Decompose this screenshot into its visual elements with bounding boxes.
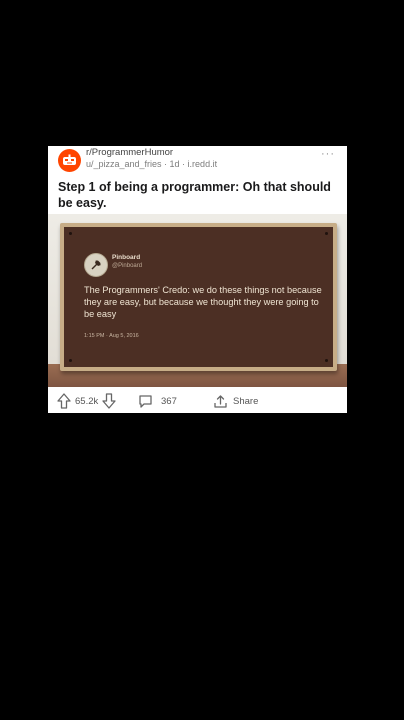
rivet [69,359,72,362]
downvote-arrow-icon[interactable] [102,393,116,409]
subreddit-avatar-icon[interactable] [58,149,81,172]
rivet [69,232,72,235]
tweet-timestamp: 1:15 PM · Aug 5, 2016 [84,333,139,339]
tweet-text: The Programmers' Credo: we do these thin… [84,285,322,319]
comment-bubble-icon [139,394,152,408]
upvote-button[interactable]: 65.2k [57,393,98,409]
tweet-author-handle: @Pinboard [112,263,143,269]
tweet-author-name: Pinboard [112,254,141,261]
share-button[interactable]: Share [213,393,258,409]
comment-count: 367 [161,395,177,407]
plaque: Pinboard @Pinboard The Programmers' Cred… [60,223,337,371]
post-title[interactable]: Step 1 of being a programmer: Oh that sh… [58,179,338,211]
post-header: r/ProgrammerHumor u/_pizza_and_fries · 1… [48,146,347,182]
upvote-arrow-icon[interactable] [57,393,71,409]
subreddit-name[interactable]: r/ProgrammerHumor [86,147,173,158]
post-meta: u/_pizza_and_fries · 1d · i.redd.it [86,159,218,169]
comments-button[interactable]: 367 [138,393,177,409]
vote-count: 65.2k [75,395,99,407]
rivet [325,359,328,362]
pinboard-pin-icon [84,253,108,277]
post-image[interactable]: Pinboard @Pinboard The Programmers' Cred… [48,214,347,387]
post-actions: 65.2k 367 Share [48,390,347,413]
rivet [325,232,328,235]
post-card[interactable]: r/ProgrammerHumor u/_pizza_and_fries · 1… [48,146,347,413]
share-icon [214,394,227,408]
share-label: Share [233,395,259,407]
downvote-button[interactable] [102,393,116,409]
more-options-icon[interactable]: ··· [321,148,335,160]
plaque-face: Pinboard @Pinboard The Programmers' Cred… [64,227,333,367]
